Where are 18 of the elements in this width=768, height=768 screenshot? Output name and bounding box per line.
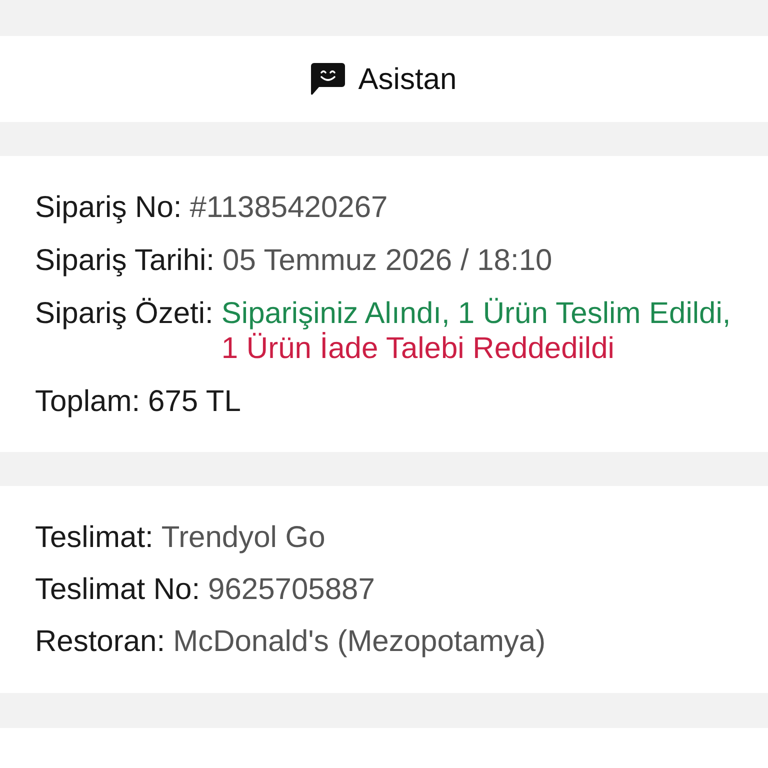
field-label: Sipariş No:: [35, 190, 182, 225]
field-label: Sipariş Tarihi:: [35, 243, 215, 278]
chat-smile-icon: [311, 63, 346, 95]
field-label: Sipariş Özeti:: [35, 296, 214, 331]
field-value: 05 Temmuz 2026 / 18:10: [222, 243, 552, 278]
status-text: Siparişiniz Alındı,: [221, 296, 450, 331]
field-value: #11385420267: [190, 190, 388, 225]
assistant-button[interactable]: Asistan: [311, 62, 457, 96]
field-value: Trendyol Go: [161, 520, 326, 555]
status-text: 1 Ürün Teslim Edildi,: [458, 296, 731, 331]
field-value: 675 TL: [148, 384, 241, 419]
field-label: Teslimat No:: [35, 572, 200, 607]
field-label: Teslimat:: [35, 520, 154, 555]
field-label: Toplam:: [35, 384, 140, 419]
status-text: 1 Ürün İade Talebi Reddedildi: [221, 331, 614, 366]
field-value: 9625705887: [208, 572, 375, 607]
field-value: McDonald's (Mezopotamya): [173, 624, 546, 659]
field-label: Restoran:: [35, 624, 166, 659]
